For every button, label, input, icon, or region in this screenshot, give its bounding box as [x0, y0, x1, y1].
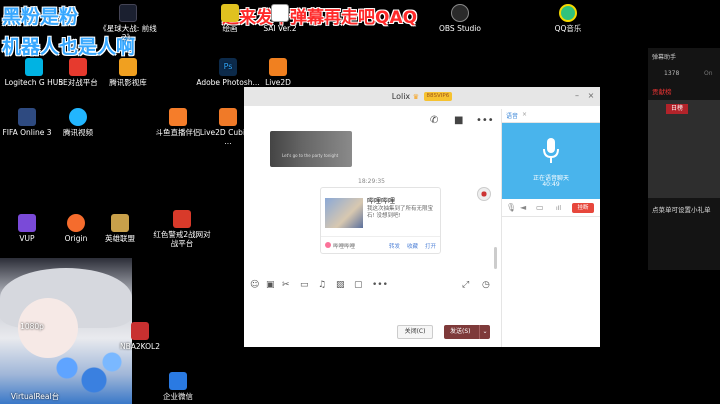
vup-icon: [18, 214, 36, 232]
desktop-icon-redalert[interactable]: 红色警戒2战网对战平台: [150, 210, 214, 248]
desktop-icon-1080p[interactable]: 1080p: [2, 322, 62, 331]
input-toolbar: ☺ ▣ ✂ ▭ ♫ ▨ ▢ ••• ⤢ ◷: [244, 280, 499, 294]
scissors-icon[interactable]: ✂: [282, 280, 290, 290]
desktop-icon-obs[interactable]: OBS Studio: [428, 4, 492, 33]
camera-icon[interactable]: ▭: [536, 203, 544, 212]
desktop-icon-tencent-video[interactable]: 腾讯视频: [46, 108, 110, 137]
phone-icon[interactable]: ✆: [430, 115, 438, 126]
sender-avatar[interactable]: [477, 187, 491, 201]
desktop-icon-qqmusic[interactable]: QQ音乐: [536, 4, 600, 33]
gif-icon[interactable]: ▣: [266, 280, 275, 290]
more-icon[interactable]: •••: [476, 115, 494, 126]
5e-icon: [69, 58, 87, 76]
forward-link[interactable]: 转发: [389, 242, 400, 250]
image-icon[interactable]: ▨: [336, 280, 345, 290]
contribution-title: 贡献榜: [652, 88, 672, 96]
sai-icon: [271, 4, 289, 22]
crown-icon: ♛: [412, 93, 419, 101]
live2d-icon: [269, 58, 287, 76]
tencent-video-icon: [69, 108, 87, 126]
panel-status: On: [704, 70, 713, 77]
qqmusic-icon: [559, 4, 577, 22]
music-icon[interactable]: ♫: [318, 280, 326, 290]
contact-name: Lolix: [391, 92, 411, 101]
assistant-name: 弹幕助手: [652, 54, 677, 61]
history-icon[interactable]: ◷: [482, 280, 490, 290]
contribution-box: 日榜: [648, 100, 720, 198]
folder-icon: [119, 58, 137, 76]
microphone-icon: [543, 138, 559, 163]
expand-icon[interactable]: ⤢: [462, 280, 469, 290]
card-title: 哔哩哔哩: [367, 197, 395, 205]
redalert-icon: [173, 210, 191, 228]
wework-icon: [169, 372, 187, 390]
fifa-icon: [18, 108, 36, 126]
vip-badge: 88SVIP6: [423, 92, 453, 101]
card-description: 我这次抽集到了所有无限宝石! 没想到吧!: [367, 206, 434, 219]
more-tools-icon[interactable]: •••: [372, 280, 388, 290]
message-timestamp: 18:29:35: [358, 178, 385, 185]
open-link[interactable]: 打开: [425, 242, 436, 250]
chat-scrollbar[interactable]: [494, 247, 497, 269]
danmaku-assistant-panel: 弹幕助手 1378 On 贡献榜 日榜 点菜单可设置小礼单: [648, 48, 720, 270]
desktop-icon-nba2k[interactable]: NBA2KOL2: [108, 322, 172, 351]
chevron-down-icon[interactable]: ⌄: [479, 325, 490, 339]
desktop-icon-starwars[interactable]: 《星球大战: 前线2》: [96, 4, 160, 42]
voice-tab[interactable]: 语音 ×: [502, 109, 600, 123]
share-card[interactable]: 哔哩哔哩 我这次抽集到了所有无限宝石! 没想到吧! 哔哩哔哩 转发 收藏 打开: [320, 187, 441, 254]
folder-icon[interactable]: ▭: [300, 280, 309, 290]
desktop-icon-virtualreal[interactable]: VirtualReal台: [0, 392, 70, 401]
douyu-icon: [169, 108, 187, 126]
hangup-button[interactable]: 挂断: [572, 203, 594, 213]
card-thumbnail: [325, 198, 363, 228]
minimize-icon[interactable]: –: [572, 91, 582, 101]
screen-icon[interactable]: ▢: [354, 280, 363, 290]
starwars-icon: [119, 4, 137, 22]
daily-tab[interactable]: 日榜: [666, 104, 688, 114]
desktop-icon-tencent-lib[interactable]: 腾讯影视库: [96, 58, 160, 87]
send-button[interactable]: 发送(S) ⌄: [444, 325, 490, 339]
lol-icon: [111, 214, 129, 232]
emoji-icon[interactable]: ☺: [250, 280, 259, 290]
desktop-icon-sai[interactable]: SAI Ver.2: [248, 4, 312, 33]
close-tab-icon[interactable]: ×: [522, 111, 527, 118]
video-icon[interactable]: ■: [454, 115, 463, 126]
chat-image[interactable]: Let's go to the party tonight: [270, 131, 352, 167]
speaker-icon[interactable]: ◄: [520, 203, 526, 212]
qq-chat-window: Lolix ♛ 88SVIP6 – × ✆ ■ ••• Let's go to …: [244, 87, 600, 347]
voice-call-panel: 正在语音聊天 40:49: [502, 123, 600, 199]
nba2k-icon: [131, 322, 149, 340]
card-source: 哔哩哔哩: [333, 244, 356, 250]
live2d-cubism-icon: [219, 108, 237, 126]
photoshop-icon: Ps: [219, 58, 237, 76]
origin-icon: [67, 214, 85, 232]
close-icon[interactable]: ×: [586, 91, 596, 101]
obs-icon: [451, 4, 469, 22]
desktop-icon-lol[interactable]: 英雄联盟: [88, 214, 152, 243]
desktop-icon-wework[interactable]: 企业微信: [146, 372, 210, 401]
desktop-icon-live2d[interactable]: Live2D: [246, 58, 310, 87]
chat-titlebar: Lolix ♛ 88SVIP6: [244, 87, 600, 106]
voice-duration: 40:49: [542, 181, 560, 188]
favorite-link[interactable]: 收藏: [407, 242, 418, 250]
panel-notice: 点菜单可设置小礼单: [652, 206, 711, 214]
mic-toggle-icon[interactable]: 🎙: [506, 203, 516, 212]
overlay-text-line1: 黑粉是粉: [2, 6, 79, 28]
bilibili-icon: [325, 242, 331, 248]
paint-icon: [221, 4, 239, 22]
logitech-icon: [25, 58, 43, 76]
voice-controls: 🎙 ◄ ▭ ıIl 挂断: [502, 199, 600, 217]
viewer-count: 1378: [664, 70, 680, 77]
close-button[interactable]: 关闭(C): [397, 325, 433, 339]
signal-icon: ıIl: [556, 205, 562, 212]
